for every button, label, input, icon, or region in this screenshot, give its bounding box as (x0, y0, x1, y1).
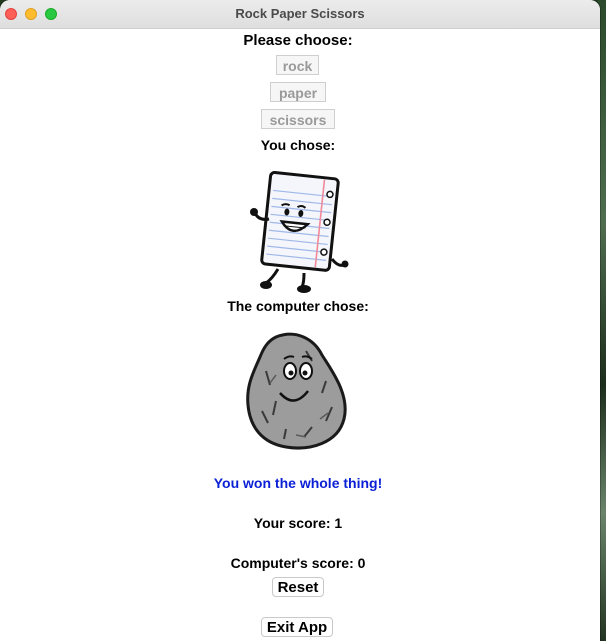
computer-choice-label: The computer chose: (227, 298, 369, 314)
computer-score: Computer's score: 0 (230, 555, 366, 571)
paper-button[interactable]: paper (270, 82, 326, 102)
app-window: Rock Paper Scissors Please choose: rock … (0, 0, 600, 641)
result-message: You won the whole thing! (213, 475, 383, 491)
paper-character-icon (244, 169, 354, 293)
title-bar: Rock Paper Scissors (0, 0, 600, 29)
user-score: Your score: 1 (253, 515, 343, 531)
main-content: Please choose: rock paper scissors You c… (0, 29, 600, 641)
reset-button[interactable]: Reset (272, 577, 324, 597)
exit-app-button[interactable]: Exit App (261, 617, 333, 637)
rock-character-icon (246, 331, 350, 453)
user-choice-label: You chose: (260, 137, 336, 153)
rock-button[interactable]: rock (276, 55, 319, 75)
choose-heading: Please choose: (243, 32, 353, 49)
window-title: Rock Paper Scissors (235, 6, 365, 21)
scissors-button[interactable]: scissors (261, 109, 335, 129)
